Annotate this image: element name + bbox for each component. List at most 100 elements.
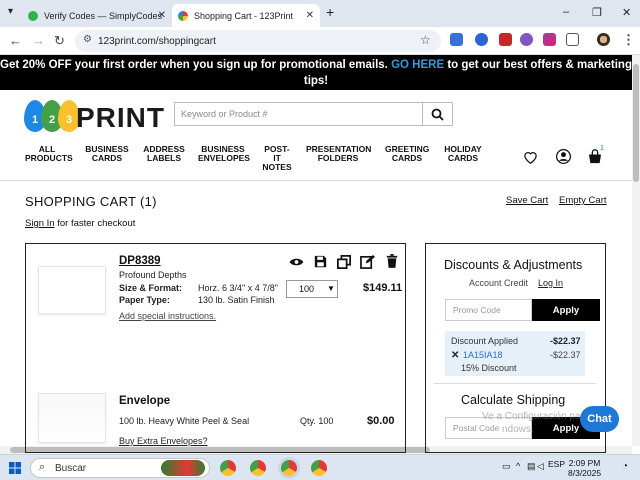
nav-holiday-cards[interactable]: HOLIDAY CARDS bbox=[441, 145, 485, 163]
promo-banner: Get 20% OFF your first order when you si… bbox=[0, 55, 632, 90]
tab-shopping-cart[interactable]: Shopping Cart - 123Print ✕ bbox=[172, 4, 320, 27]
back-arrow-icon[interactable]: ← bbox=[9, 33, 22, 48]
site-info-icon[interactable]: ⚙ bbox=[83, 34, 92, 45]
tab-label: Shopping Cart - 123Print bbox=[194, 10, 294, 21]
vertical-scrollbar-thumb[interactable] bbox=[633, 64, 639, 182]
nav-address-labels[interactable]: ADDRESS LABELS bbox=[142, 145, 186, 163]
item-sku-link[interactable]: DP8389 bbox=[119, 255, 161, 267]
browser-menu-icon[interactable]: ⋮ bbox=[622, 32, 635, 48]
new-tab-button[interactable]: + bbox=[326, 4, 334, 20]
windows-start-icon[interactable] bbox=[9, 462, 21, 474]
nav-all-products[interactable]: ALL PRODUCTS bbox=[25, 145, 73, 163]
minimize-button[interactable]: – bbox=[563, 6, 569, 18]
browser-toolbar: ← → ↻ ⚙ 123print.com/shoppingcart ☆ ⋮ bbox=[0, 27, 640, 55]
quantity-value: 100 bbox=[299, 284, 315, 294]
purple-extension-icon[interactable] bbox=[520, 33, 533, 46]
envelope-desc: 100 lb. Heavy White Peel & Seal bbox=[119, 416, 250, 426]
nav-business-envelopes[interactable]: BUSINESS ENVELOPES bbox=[198, 145, 250, 163]
forward-arrow-icon[interactable]: → bbox=[32, 33, 45, 48]
system-clock[interactable]: 2:09 PM 8/3/2025 bbox=[568, 458, 601, 478]
bookmark-star-icon[interactable]: ☆ bbox=[420, 33, 431, 47]
promo-code-input[interactable]: Promo Code bbox=[445, 299, 532, 321]
chrome-taskbar-icon[interactable] bbox=[250, 460, 266, 476]
clock-date: 8/3/2025 bbox=[568, 468, 602, 478]
product-thumbnail[interactable] bbox=[38, 266, 106, 314]
tray-chevron-icon[interactable]: ^ bbox=[516, 461, 520, 471]
discounts-title: Discounts & Adjustments bbox=[444, 258, 583, 272]
nav-business-cards[interactable]: BUSINESS CARDS bbox=[85, 145, 129, 163]
url-text: 123print.com/shoppingcart bbox=[98, 35, 216, 47]
promo-offer-text: Get 20% OFF your first order bbox=[0, 59, 158, 71]
envelope-thumbnail[interactable] bbox=[38, 393, 106, 443]
clock-time: 2:09 PM bbox=[568, 458, 601, 468]
activation-watermark: Ve a Configuración para ndows. bbox=[482, 410, 589, 436]
save-disk-icon[interactable] bbox=[314, 255, 327, 268]
taskbar-search-label: Buscar bbox=[55, 462, 87, 474]
tab-verify-codes[interactable]: Verify Codes — SimplyCodes ✕ bbox=[22, 4, 172, 27]
size-format-label: Size & Format: bbox=[119, 283, 183, 293]
search-button[interactable] bbox=[423, 102, 453, 126]
page-title: SHOPPING CART (1) bbox=[25, 194, 157, 209]
discount-code: 1A15IA18 bbox=[463, 350, 503, 360]
reload-icon[interactable]: ↻ bbox=[54, 33, 65, 49]
close-tab-icon[interactable]: ✕ bbox=[306, 10, 314, 21]
paper-type-label: Paper Type: bbox=[119, 295, 170, 305]
close-window-button[interactable]: ✕ bbox=[622, 6, 631, 19]
close-tab-icon[interactable]: ✕ bbox=[158, 10, 166, 21]
tab-search-icon[interactable]: ▾ bbox=[8, 6, 13, 17]
pen-extension-icon[interactable] bbox=[543, 33, 556, 46]
preview-eye-icon[interactable] bbox=[289, 256, 304, 268]
windows-taskbar: ⌕ Buscar ▭ ^ ▤ ◁ ESP 2:09 PM 8/3/2025 ◔ bbox=[0, 454, 640, 480]
envelope-price: $0.00 bbox=[367, 415, 395, 427]
profile-avatar[interactable] bbox=[597, 33, 610, 46]
language-indicator[interactable]: ESP bbox=[548, 459, 565, 469]
edit-pencil-icon[interactable] bbox=[360, 254, 375, 269]
envelope-title: Envelope bbox=[119, 395, 171, 407]
add-instructions-link[interactable]: Add special instructions. bbox=[119, 311, 216, 321]
tray-notification-icon[interactable]: ▭ bbox=[502, 461, 511, 472]
discount-desc: 15% Discount bbox=[461, 363, 517, 373]
volume-icon[interactable]: ◁ bbox=[537, 461, 544, 472]
remove-discount-icon[interactable]: ✕ bbox=[451, 350, 459, 361]
product-search-input[interactable]: Keyword or Product # bbox=[174, 102, 423, 126]
translate-extension-icon[interactable] bbox=[450, 33, 463, 46]
chrome-taskbar-icon[interactable] bbox=[311, 460, 327, 476]
discount-total: -$22.37 bbox=[550, 336, 581, 346]
network-icon[interactable]: ▤ bbox=[527, 461, 536, 472]
cart-count-badge: 1 bbox=[600, 145, 604, 152]
checkout-prompt: Sign In for faster checkout bbox=[25, 218, 135, 229]
buy-extra-envelopes-link[interactable]: Buy Extra Envelopes? bbox=[119, 436, 208, 446]
taskbar-search[interactable]: ⌕ Buscar bbox=[30, 458, 210, 478]
apply-promo-button[interactable]: Apply bbox=[532, 299, 600, 321]
calendar-extension-icon[interactable] bbox=[499, 33, 512, 46]
watermelon-widget-icon bbox=[161, 460, 205, 476]
shield-extension-icon[interactable] bbox=[475, 33, 488, 46]
nav-post-it-notes[interactable]: POST-IT NOTES bbox=[262, 145, 292, 172]
login-link[interactable]: Log In bbox=[538, 278, 563, 288]
browser-tab-strip: Verify Codes — SimplyCodes ✕ Shopping Ca… bbox=[0, 0, 640, 27]
maximize-button[interactable]: ❐ bbox=[592, 6, 602, 19]
delete-trash-icon[interactable] bbox=[386, 254, 398, 268]
account-user-icon[interactable] bbox=[556, 149, 571, 164]
simplycodes-favicon-icon bbox=[28, 10, 38, 21]
extensions-puzzle-icon[interactable] bbox=[566, 33, 579, 46]
heart-icon[interactable] bbox=[523, 150, 538, 164]
empty-cart-link[interactable]: Empty Cart bbox=[559, 195, 607, 206]
envelope-qty: Qty. 100 bbox=[300, 416, 334, 426]
quantity-select[interactable]: 100 ▼ bbox=[286, 280, 338, 298]
address-bar[interactable]: ⚙ 123print.com/shoppingcart ☆ bbox=[75, 30, 441, 52]
size-format-value: Horz. 6 3/4" x 4 7/8" bbox=[198, 283, 278, 293]
duplicate-copy-icon[interactable] bbox=[337, 255, 351, 269]
nav-presentation-folders[interactable]: PRESENTATION FOLDERS bbox=[306, 145, 371, 163]
site-logo[interactable]: 1 2 3 PRINT bbox=[24, 100, 164, 134]
chrome-taskbar-icon-active[interactable] bbox=[281, 460, 297, 476]
promo-go-here-link[interactable]: GO HERE bbox=[391, 59, 444, 71]
chat-button[interactable]: Chat bbox=[580, 406, 619, 432]
nav-greeting-cards[interactable]: GREETING CARDS bbox=[385, 145, 429, 163]
sign-in-link[interactable]: Sign In bbox=[25, 218, 55, 229]
checkout-text: for faster checkout bbox=[54, 218, 136, 229]
taskbar-search-icon: ⌕ bbox=[39, 461, 46, 473]
save-cart-link[interactable]: Save Cart bbox=[506, 195, 548, 206]
chrome-taskbar-icon[interactable] bbox=[220, 460, 236, 476]
notifications-bell-icon[interactable]: ◔ bbox=[622, 461, 628, 472]
